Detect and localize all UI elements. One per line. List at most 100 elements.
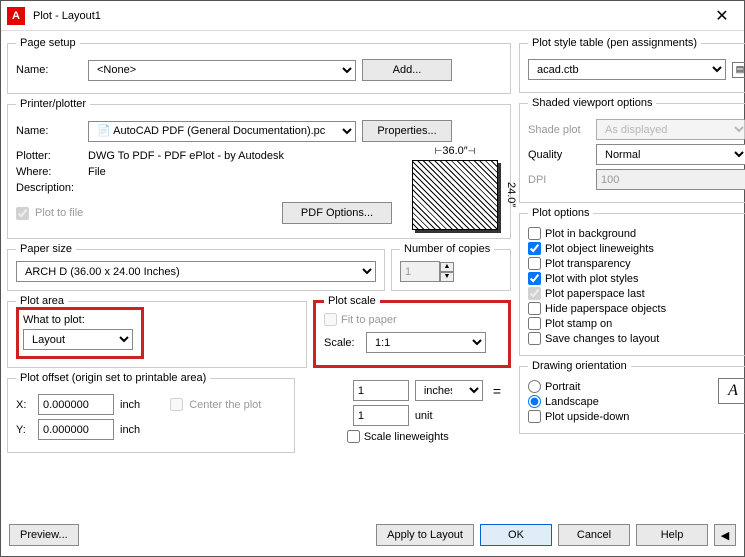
shaded-viewport-group: Shaded viewport options Shade plotAs dis…	[519, 97, 745, 203]
opt-styles-label: Plot with plot styles	[545, 273, 639, 285]
paper-size-legend: Paper size	[16, 243, 76, 255]
plot-to-file-label: Plot to file	[35, 207, 83, 219]
help-button[interactable]: Help	[636, 524, 708, 546]
paper-size-select[interactable]: ARCH D (36.00 x 24.00 Inches)	[16, 261, 376, 282]
fit-to-paper-label: Fit to paper	[341, 314, 397, 326]
page-setup-add-button[interactable]: Add...	[362, 59, 452, 81]
preview-button[interactable]: Preview...	[9, 524, 79, 546]
upside-down-checkbox[interactable]	[528, 410, 541, 423]
description-label: Description:	[16, 182, 82, 194]
opt-transparency-label: Plot transparency	[545, 258, 631, 270]
page-setup-group: Page setup Name: <None> Add...	[7, 37, 511, 94]
apply-to-layout-button[interactable]: Apply to Layout	[376, 524, 474, 546]
copies-group: Number of copies ▲▼	[391, 243, 511, 291]
plot-area-group: Plot area What to plot: Layout	[7, 295, 307, 368]
paper-width-dim: ⊢36.0″⊣	[413, 145, 497, 157]
dialog-footer: Preview... Apply to Layout OK Cancel Hel…	[1, 516, 744, 556]
opt-styles-checkbox[interactable]	[528, 272, 541, 285]
plot-style-table-group: Plot style table (pen assignments) acad.…	[519, 37, 745, 93]
quality-select[interactable]: Normal	[596, 144, 745, 165]
copies-legend: Number of copies	[400, 243, 494, 255]
opt-background-checkbox[interactable]	[528, 227, 541, 240]
scale-lineweights-checkbox[interactable]	[347, 430, 360, 443]
scale-denominator-input[interactable]	[353, 405, 409, 426]
paper-preview-icon: ⊢36.0″⊣ 24.0″	[412, 160, 498, 230]
ok-button[interactable]: OK	[480, 524, 552, 546]
plot-options-group: Plot options Plot in background Plot obj…	[519, 207, 745, 356]
printer-name-select[interactable]: 📄 AutoCAD PDF (General Documentation).pc…	[88, 121, 356, 142]
fit-to-paper-checkbox	[324, 313, 337, 326]
portrait-label: Portrait	[545, 381, 580, 393]
opt-lineweights-checkbox[interactable]	[528, 242, 541, 255]
opt-save-layout-checkbox[interactable]	[528, 332, 541, 345]
printer-legend: Printer/plotter	[16, 98, 90, 110]
opt-save-layout-label: Save changes to layout	[545, 333, 659, 345]
opt-stamp-label: Plot stamp on	[545, 318, 612, 330]
offset-y-input[interactable]	[38, 419, 114, 440]
app-logo-icon: A	[7, 7, 25, 25]
what-to-plot-highlight: What to plot: Layout	[16, 307, 144, 359]
plot-offset-group: Plot offset (origin set to printable are…	[7, 372, 295, 453]
what-to-plot-label: What to plot:	[23, 314, 135, 326]
plot-scale-legend: Plot scale	[324, 295, 380, 307]
plot-style-table-select[interactable]: acad.ctb	[528, 59, 726, 80]
shaded-viewport-legend: Shaded viewport options	[528, 97, 656, 109]
printer-properties-button[interactable]: Properties...	[362, 120, 452, 142]
offset-y-unit: inch	[120, 424, 140, 436]
plot-scale-group: Plot scale Fit to paper Scale: 1:1	[313, 295, 511, 368]
offset-x-input[interactable]	[38, 394, 114, 415]
cancel-button[interactable]: Cancel	[558, 524, 630, 546]
plot-style-table-legend: Plot style table (pen assignments)	[528, 37, 701, 49]
page-setup-name-label: Name:	[16, 64, 82, 76]
dpi-label: DPI	[528, 174, 590, 186]
landscape-label: Landscape	[545, 396, 599, 408]
plot-to-file-checkbox	[16, 207, 29, 220]
scale-select[interactable]: 1:1	[366, 332, 486, 353]
portrait-radio[interactable]	[528, 380, 541, 393]
plot-style-edit-icon[interactable]: ▤	[732, 62, 745, 78]
opt-paperspace-last-checkbox	[528, 287, 541, 300]
paper-size-group: Paper size ARCH D (36.00 x 24.00 Inches)	[7, 243, 385, 291]
window-title: Plot - Layout1	[33, 10, 700, 22]
where-label: Where:	[16, 166, 82, 178]
plot-options-legend: Plot options	[528, 207, 593, 219]
opt-stamp-checkbox[interactable]	[528, 317, 541, 330]
shade-plot-select: As displayed	[596, 119, 745, 140]
orientation-icon: A	[718, 378, 745, 404]
offset-x-label: X:	[16, 399, 32, 411]
close-button[interactable]: ✕	[700, 1, 744, 31]
scale-denominator-unit: unit	[415, 410, 433, 422]
paper-height-dim: 24.0″	[505, 161, 517, 229]
scale-label: Scale:	[324, 337, 360, 349]
titlebar: A Plot - Layout1 ✕	[1, 1, 744, 31]
plotter-label: Plotter:	[16, 150, 82, 162]
orientation-group: Drawing orientation Portrait Landscape P…	[519, 360, 745, 434]
plotter-value: DWG To PDF - PDF ePlot - by Autodesk	[88, 150, 284, 162]
orientation-legend: Drawing orientation	[528, 360, 631, 372]
scale-numerator-input[interactable]	[353, 380, 409, 401]
what-to-plot-select[interactable]: Layout	[23, 329, 133, 350]
upside-down-label: Plot upside-down	[545, 411, 629, 423]
plot-area-legend: Plot area	[16, 295, 68, 307]
collapse-arrow-icon[interactable]: ◀	[714, 524, 736, 546]
page-setup-legend: Page setup	[16, 37, 80, 49]
opt-transparency-checkbox[interactable]	[528, 257, 541, 270]
opt-hide-paperspace-label: Hide paperspace objects	[545, 303, 666, 315]
scale-lineweights-label: Scale lineweights	[364, 431, 449, 443]
quality-label: Quality	[528, 149, 590, 161]
scale-unit-select[interactable]: inches	[415, 380, 483, 401]
opt-lineweights-label: Plot object lineweights	[545, 243, 654, 255]
offset-y-label: Y:	[16, 424, 32, 436]
opt-background-label: Plot in background	[545, 228, 636, 240]
landscape-radio[interactable]	[528, 395, 541, 408]
center-plot-checkbox	[170, 398, 183, 411]
dpi-input	[596, 169, 745, 190]
printer-name-label: Name:	[16, 125, 82, 137]
printer-group: Printer/plotter Name: 📄 AutoCAD PDF (Gen…	[7, 98, 511, 239]
page-setup-name-select[interactable]: <None>	[88, 60, 356, 81]
copies-input	[400, 261, 440, 282]
opt-hide-paperspace-checkbox[interactable]	[528, 302, 541, 315]
plot-offset-legend: Plot offset (origin set to printable are…	[16, 372, 210, 384]
pdf-options-button[interactable]: PDF Options...	[282, 202, 392, 224]
copies-spinner: ▲▼	[440, 262, 454, 282]
